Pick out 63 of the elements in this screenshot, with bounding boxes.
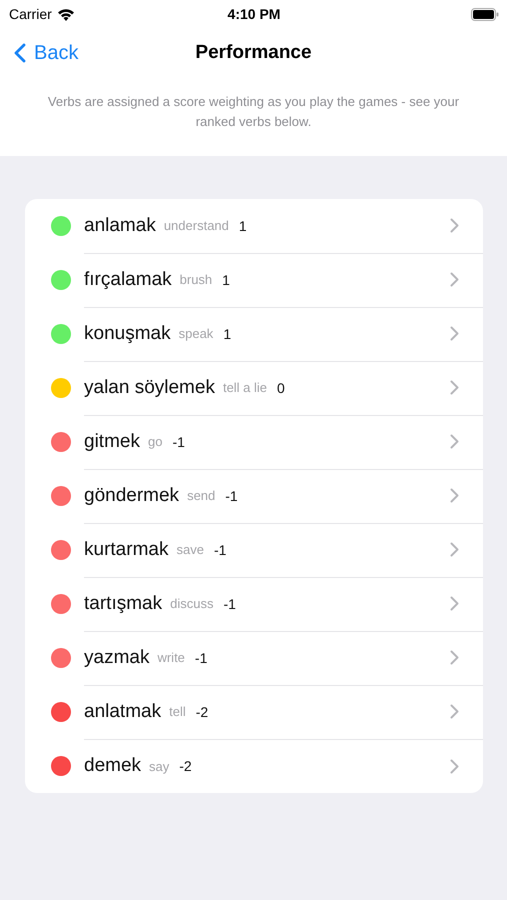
verb-meaning: write — [157, 650, 185, 665]
verb-meaning: discuss — [170, 596, 214, 611]
chevron-icon — [450, 434, 459, 449]
verb-score: 0 — [277, 380, 285, 396]
battery-icon — [471, 8, 499, 20]
verb-score: -1 — [194, 650, 208, 666]
verb-row[interactable]: konuşmak speak 1 — [25, 307, 483, 361]
verb-score: 1 — [223, 326, 232, 342]
wifi-icon — [56, 8, 75, 20]
verb-score: -2 — [196, 704, 208, 720]
verb-meaning: send — [187, 488, 216, 503]
verb-row[interactable]: tartışmak discuss -1 — [25, 577, 483, 631]
page-title: Performance — [195, 42, 312, 64]
verb-score: -1 — [225, 488, 238, 504]
verb-word: konuşmak — [84, 322, 171, 344]
verb-score: -1 — [223, 596, 236, 612]
verb-row[interactable]: anlatmak tell -2 — [25, 685, 483, 739]
verb-word: tartışmak — [84, 592, 162, 614]
chevron-icon — [450, 596, 459, 611]
chevron-icon — [450, 218, 459, 233]
chevron-icon — [450, 704, 459, 719]
verb-word: anlatmak — [84, 700, 162, 722]
verb-meaning: tell — [169, 704, 186, 719]
clock-time: 4:10 PM — [228, 6, 280, 22]
verb-row[interactable]: yazmak write -1 — [25, 631, 483, 685]
verb-word: gitmek — [84, 430, 140, 452]
verb-word: göndermek — [84, 484, 180, 506]
chevron-icon — [450, 488, 459, 503]
verb-meaning: understand — [164, 218, 229, 233]
verb-row[interactable]: yalan söylemek tell a lie 0 — [25, 361, 483, 415]
verb-score: -1 — [214, 542, 226, 558]
verb-row[interactable]: fırçalamak brush 1 — [25, 253, 483, 307]
verb-meaning: speak — [178, 326, 214, 341]
verb-meaning: brush — [180, 272, 212, 287]
verb-score: 1 — [222, 272, 230, 288]
chevron-icon — [450, 758, 459, 774]
verb-row[interactable]: göndermek send -1 — [25, 469, 483, 523]
verb-row[interactable]: anlamak understand 1 — [25, 199, 483, 253]
verb-meaning: go — [148, 434, 162, 449]
verb-word: yazmak — [84, 646, 150, 668]
chevron-icon — [450, 542, 459, 557]
verb-meaning: tell a lie — [222, 380, 268, 395]
verb-word: yalan söylemek — [84, 376, 215, 398]
chevron-icon — [450, 650, 459, 665]
verb-word: fırçalamak — [84, 268, 172, 290]
back-chevron-icon — [14, 43, 26, 63]
chevron-icon — [450, 272, 459, 287]
chevron-icon — [450, 326, 459, 341]
verb-word: demek — [84, 755, 142, 777]
verb-word: kurtarmak — [84, 538, 168, 560]
verb-score: 1 — [238, 218, 247, 234]
verb-row[interactable]: kurtarmak save -1 — [25, 523, 483, 577]
verb-meaning: save — [176, 542, 204, 557]
verb-meaning: say — [149, 758, 170, 774]
chevron-icon — [450, 380, 459, 395]
description-text: Verbs are assigned a score weighting as you play the games - see your ranked verbs below. — [46, 93, 460, 131]
carrier-label: Carrier — [9, 6, 52, 22]
verb-word: anlamak — [84, 214, 156, 236]
verb-score: -2 — [179, 758, 192, 774]
back-button[interactable]: Back — [0, 42, 78, 64]
verb-row[interactable]: demek say -2 — [25, 739, 483, 793]
verb-row[interactable]: gitmek go -1 — [25, 415, 483, 469]
verb-score: -1 — [172, 434, 185, 450]
